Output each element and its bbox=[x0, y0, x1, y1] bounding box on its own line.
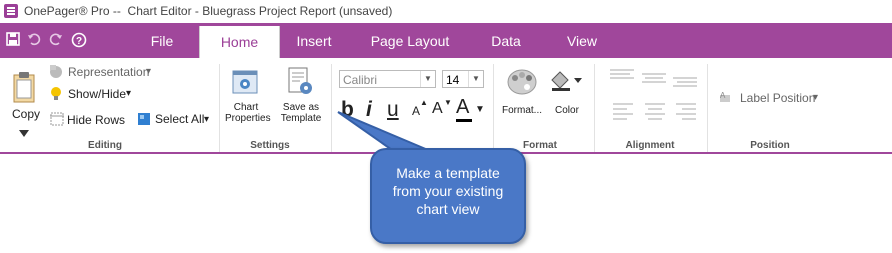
ribbon-tab-bar: ? File Home Insert Page Layout Data View bbox=[0, 23, 892, 58]
font-size-select[interactable]: 14 ▼ bbox=[442, 70, 484, 88]
help-icon[interactable]: ? bbox=[71, 32, 87, 48]
callout-text: Make a template from your existing chart… bbox=[380, 164, 516, 218]
undo-icon[interactable] bbox=[26, 32, 42, 48]
select-all-icon bbox=[137, 112, 151, 131]
font-family-select[interactable]: Calibri ▼ bbox=[339, 70, 436, 88]
save-as-template-icon bbox=[286, 67, 314, 102]
window-title: OnePager® Pro -- Chart Editor - Bluegras… bbox=[24, 4, 393, 18]
tab-page-layout[interactable]: Page Layout bbox=[365, 23, 455, 58]
tab-file[interactable]: File bbox=[137, 23, 187, 58]
fill-color-icon bbox=[550, 70, 584, 97]
tab-view[interactable]: View bbox=[559, 23, 605, 58]
align-center-icon[interactable] bbox=[645, 102, 665, 129]
representation-button[interactable]: Representation bbox=[68, 65, 149, 79]
label-position-button[interactable]: Label Position bbox=[740, 91, 815, 105]
font-family-value: Calibri bbox=[343, 73, 378, 87]
tooltip-callout: Make a template from your existing chart… bbox=[370, 148, 526, 244]
show-hide-button[interactable]: Show/Hide bbox=[68, 87, 126, 101]
select-all-dropdown-icon[interactable]: ▾ bbox=[204, 114, 209, 125]
group-separator bbox=[331, 64, 332, 152]
tab-insert[interactable]: Insert bbox=[288, 23, 340, 58]
group-label-editing: Editing bbox=[88, 140, 122, 151]
group-label-settings: Settings bbox=[250, 140, 290, 151]
representation-dropdown-icon[interactable]: ▾ bbox=[146, 66, 151, 77]
group-separator bbox=[219, 64, 220, 152]
label-position-dropdown-icon[interactable]: ▾ bbox=[813, 92, 818, 103]
font-color-dropdown-icon[interactable]: ▼ bbox=[475, 104, 485, 115]
svg-text:?: ? bbox=[76, 36, 82, 47]
shrink-font-button[interactable]: A bbox=[432, 100, 443, 118]
select-all-button[interactable]: Select All bbox=[155, 112, 204, 126]
chart-properties-label-2: Properties bbox=[225, 113, 271, 124]
copy-button[interactable]: Copy bbox=[12, 107, 40, 121]
chart-properties-icon bbox=[232, 70, 258, 99]
font-family-dropdown-icon[interactable]: ▼ bbox=[420, 71, 435, 87]
group-separator bbox=[594, 64, 595, 152]
font-color-bar bbox=[456, 119, 472, 122]
font-size-dropdown-icon[interactable]: ▼ bbox=[468, 71, 483, 87]
palette-icon bbox=[507, 68, 537, 101]
save-as-template-label-1: Save as bbox=[282, 102, 320, 113]
tab-home[interactable]: Home bbox=[199, 26, 280, 58]
clipboard-icon[interactable] bbox=[12, 70, 36, 109]
group-label-alignment: Alignment bbox=[625, 140, 675, 151]
save-as-template-button[interactable]: Save as Template bbox=[278, 102, 324, 124]
group-separator bbox=[707, 64, 708, 152]
shrink-font-arrow-icon: ▼ bbox=[444, 98, 452, 107]
grow-font-button[interactable]: A bbox=[412, 104, 420, 118]
align-top-left-icon[interactable] bbox=[610, 68, 634, 87]
ribbon-home: Copy Representation ▾ Show/Hide ▾ Hide R… bbox=[0, 58, 892, 154]
label-position-icon: A bbox=[719, 89, 737, 108]
onepager-app-icon bbox=[4, 4, 18, 18]
underline-button[interactable]: u bbox=[387, 98, 399, 122]
representation-icon bbox=[48, 64, 64, 83]
bold-button[interactable]: b bbox=[341, 98, 354, 122]
tab-data[interactable]: Data bbox=[484, 23, 528, 58]
hide-rows-button[interactable]: Hide Rows bbox=[67, 113, 125, 127]
align-top-right-icon[interactable] bbox=[673, 76, 697, 95]
svg-text:A: A bbox=[720, 91, 726, 100]
group-label-position: Position bbox=[750, 140, 790, 151]
redo-icon[interactable] bbox=[48, 32, 64, 48]
font-size-value: 14 bbox=[446, 73, 460, 87]
color-button[interactable]: Color bbox=[555, 105, 579, 116]
callout-line-1: Make a template bbox=[396, 165, 500, 181]
format-painter-button[interactable]: Format... bbox=[502, 105, 542, 116]
show-hide-dropdown-icon[interactable]: ▾ bbox=[126, 88, 131, 99]
callout-line-2: from your existing bbox=[392, 183, 504, 199]
font-color-button[interactable]: A bbox=[456, 96, 469, 119]
copy-dropdown-arrow-icon[interactable] bbox=[19, 125, 29, 143]
align-top-center-icon[interactable] bbox=[642, 72, 666, 91]
italic-button[interactable]: i bbox=[366, 98, 372, 122]
callout-line-3: chart view bbox=[416, 201, 480, 217]
grow-font-arrow-icon: ▲ bbox=[420, 98, 428, 107]
save-as-template-label-2: Template bbox=[280, 113, 322, 124]
group-separator bbox=[493, 64, 494, 152]
title-bar: OnePager® Pro -- Chart Editor - Bluegras… bbox=[0, 0, 892, 23]
align-left-icon[interactable] bbox=[613, 102, 633, 129]
align-right-icon[interactable] bbox=[676, 102, 696, 129]
save-icon[interactable] bbox=[5, 32, 21, 48]
chart-properties-button[interactable]: Chart Properties bbox=[225, 102, 271, 124]
hide-rows-icon bbox=[50, 112, 64, 131]
group-label-format: Format bbox=[523, 140, 557, 151]
lightbulb-icon bbox=[50, 86, 62, 107]
chart-properties-label-1: Chart bbox=[233, 102, 259, 113]
